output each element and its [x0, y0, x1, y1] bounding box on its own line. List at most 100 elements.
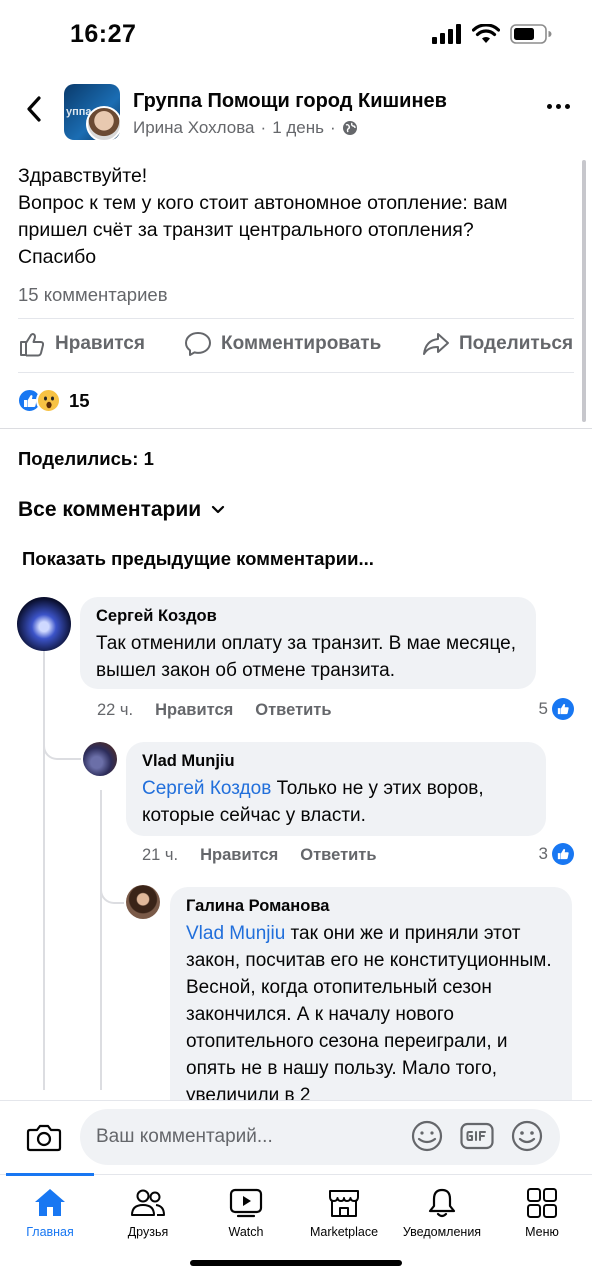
- battery-icon: [510, 24, 552, 44]
- reaction-count: 15: [69, 389, 90, 411]
- friends-icon: [131, 1189, 165, 1216]
- comment-mention[interactable]: Vlad Munjiu: [186, 923, 285, 944]
- section-divider: [0, 428, 592, 429]
- comment-reply-button[interactable]: Ответить: [300, 846, 376, 865]
- meta-separator-2: ·: [329, 118, 336, 137]
- commenter-name[interactable]: Галина Романова: [186, 897, 556, 916]
- active-tab-indicator: [6, 1173, 94, 1176]
- thread-line: [43, 650, 45, 1090]
- commenter-avatar[interactable]: [126, 885, 160, 919]
- comments-filter-label: Все комментарии: [18, 498, 202, 521]
- commenter-name[interactable]: Сергей Коздов: [96, 607, 520, 626]
- nav-label: Главная: [26, 1225, 74, 1239]
- comments-filter[interactable]: Все комментарии: [18, 498, 225, 522]
- status-icons: [432, 24, 552, 44]
- comments-count[interactable]: 15 комментариев: [18, 284, 168, 306]
- gif-icon[interactable]: [460, 1121, 494, 1151]
- nav-label: Меню: [525, 1225, 559, 1239]
- status-time: 16:27: [70, 20, 137, 48]
- comment-mention[interactable]: Сергей Коздов: [142, 778, 271, 799]
- nav-watch[interactable]: Watch: [196, 1187, 296, 1239]
- nav-home[interactable]: Главная: [0, 1187, 100, 1239]
- divider: [18, 318, 574, 319]
- post-line: Здравствуйте!: [18, 165, 148, 187]
- like-reaction-icon: [552, 698, 574, 720]
- bell-icon: [428, 1188, 456, 1218]
- comment-time: 22 ч.: [97, 701, 134, 719]
- comment-bubble-icon: [185, 332, 211, 356]
- comment-like-button[interactable]: Нравится: [155, 701, 233, 720]
- post-line: Вопрос к тем у кого стоит автономное ото…: [18, 192, 513, 241]
- share-arrow-icon: [423, 333, 449, 355]
- share-button[interactable]: Поделиться: [422, 330, 573, 358]
- chevron-down-icon: [212, 505, 225, 514]
- comment-meta: 22 ч. Нравится Ответить: [97, 701, 332, 720]
- more-options-icon[interactable]: [547, 104, 570, 109]
- globe-icon: [342, 121, 357, 135]
- signal-icon: [432, 24, 461, 44]
- nav-marketplace[interactable]: Marketplace: [294, 1187, 394, 1239]
- thread-connector: [43, 730, 81, 760]
- comment-meta: 21 ч. Нравится Ответить: [142, 846, 377, 865]
- nav-notifications[interactable]: Уведомления: [392, 1187, 492, 1239]
- screen: 16:27 уппа Группа Помощи город Кишинев И…: [0, 0, 592, 1280]
- thread-connector: [100, 876, 124, 904]
- divider: [18, 372, 574, 373]
- home-icon: [35, 1189, 65, 1216]
- comment-likes[interactable]: 5: [539, 698, 574, 720]
- commenter-name[interactable]: Vlad Munjiu: [142, 752, 530, 771]
- reactions[interactable]: 15: [17, 388, 90, 413]
- shares-count[interactable]: Поделились: 1: [18, 448, 154, 470]
- nav-label: Watch: [228, 1225, 264, 1239]
- menu-icon: [527, 1188, 557, 1218]
- thumbs-up-icon: [20, 333, 45, 357]
- chevron-left-icon: [27, 96, 41, 122]
- nav-menu[interactable]: Меню: [492, 1187, 592, 1239]
- post-text: Здравствуйте! Вопрос к тем у кого стоит …: [18, 163, 574, 271]
- show-previous-comments[interactable]: Показать предыдущие комментарии...: [22, 548, 374, 570]
- comment-like-count: 3: [538, 844, 548, 863]
- comment-likes[interactable]: 3: [539, 843, 574, 865]
- sticker-icon[interactable]: [410, 1119, 444, 1153]
- like-label: Нравится: [55, 333, 145, 354]
- nav-label: Уведомления: [402, 1225, 482, 1239]
- comment-like-button[interactable]: Нравится: [200, 846, 278, 865]
- wow-reaction-icon: [36, 388, 61, 413]
- comment-like-count: 5: [538, 699, 548, 718]
- comment-reply-button[interactable]: Ответить: [255, 701, 331, 720]
- emoji-icon[interactable]: [510, 1119, 544, 1153]
- post-actions: Нравится Комментировать Поделиться: [0, 330, 592, 362]
- share-label: Поделиться: [459, 333, 574, 354]
- comment-label: Комментировать: [221, 333, 382, 354]
- nav-friends[interactable]: Друзья: [98, 1187, 198, 1239]
- comment-composer: [0, 1100, 592, 1174]
- wifi-icon: [472, 24, 500, 43]
- like-button[interactable]: Нравится: [18, 330, 145, 358]
- meta-separator: ·: [260, 118, 267, 137]
- commenter-avatar[interactable]: [17, 597, 71, 651]
- camera-icon[interactable]: [26, 1121, 62, 1158]
- group-name[interactable]: Группа Помощи город Кишинев: [133, 90, 447, 113]
- marketplace-icon: [329, 1190, 359, 1217]
- commenter-avatar[interactable]: [83, 742, 117, 776]
- comment-button[interactable]: Комментировать: [184, 330, 381, 358]
- comment-time: 21 ч.: [142, 846, 179, 864]
- comment-text: Так отменили оплату за транзит. В мае ме…: [96, 633, 516, 681]
- post-meta: Ирина Хохлова · 1 день ·: [133, 118, 358, 138]
- author-name[interactable]: Ирина Хохлова: [133, 118, 255, 138]
- comment-bubble: Сергей Коздов Так отменили оплату за тра…: [80, 597, 536, 689]
- home-indicator[interactable]: [190, 1260, 402, 1266]
- watch-icon: [229, 1188, 263, 1218]
- comment-text-body: так они же и приняли этот закон, посчита…: [186, 923, 552, 1106]
- comment-text: Vlad Munjiu так они же и приняли этот за…: [186, 920, 556, 1109]
- composer-tools: [410, 1119, 544, 1153]
- comment-bubble: Галина Романова Vlad Munjiu так они же и…: [170, 887, 572, 1127]
- post-line: Спасибо: [18, 246, 97, 268]
- scrollbar[interactable]: [582, 160, 586, 422]
- nav-label: Marketplace: [309, 1225, 379, 1239]
- author-avatar[interactable]: [86, 106, 122, 142]
- thread-line: [100, 790, 102, 1090]
- comment-text: Сергей Коздов Только не у этих воров, ко…: [142, 775, 530, 829]
- back-button[interactable]: [22, 92, 46, 126]
- post-time[interactable]: 1 день: [272, 118, 324, 138]
